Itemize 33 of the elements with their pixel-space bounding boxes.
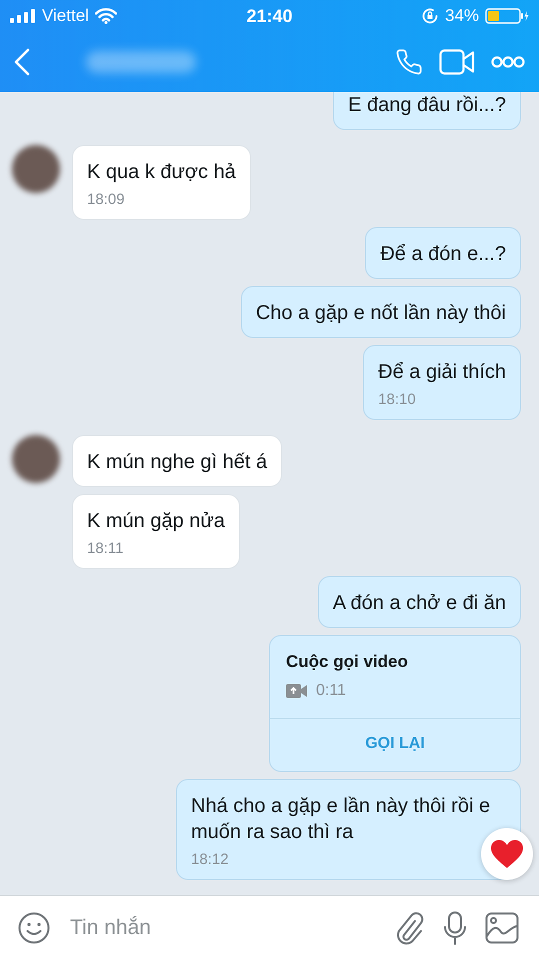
message-time: 18:10 xyxy=(378,391,417,408)
message-text: K mún gặp nửa xyxy=(87,509,225,534)
message-time: 18:11 xyxy=(87,540,124,557)
message-time: 18:12 xyxy=(191,851,230,868)
heart-icon xyxy=(490,839,524,869)
video-call-button[interactable] xyxy=(439,49,475,75)
microphone-button[interactable] xyxy=(443,911,467,945)
message-text: Nhá cho a gặp e lần này thôi rồi e muốn ra sao thì ra xyxy=(191,794,492,845)
battery-icon xyxy=(485,8,530,24)
signal-icon xyxy=(10,9,36,23)
message-text: E đang đâu rồi...? xyxy=(348,93,506,118)
message-text: Để a giải thích xyxy=(378,360,506,385)
battery-percent: 34% xyxy=(444,6,480,26)
video-camera-icon xyxy=(286,684,308,698)
rotation-lock-icon xyxy=(420,7,439,25)
call-back-button[interactable]: GỌI LẠI xyxy=(270,719,520,771)
more-options-button[interactable] xyxy=(491,56,525,68)
emoji-button[interactable] xyxy=(18,912,50,944)
message-time: 18:09 xyxy=(87,191,126,208)
phone-call-button[interactable] xyxy=(395,48,423,76)
image-button[interactable] xyxy=(485,912,519,944)
message-text: K qua k được hả xyxy=(87,160,236,185)
message-text: K mún nghe gì hết á xyxy=(87,450,268,475)
message-text: A đón a chở e đi ăn xyxy=(332,591,506,616)
message-text: Cho a gặp e nốt lần này thôi xyxy=(256,301,506,326)
call-title: Cuộc gọi video xyxy=(286,652,409,672)
call-duration: 0:11 xyxy=(316,682,346,700)
message-text: Để a đón e...? xyxy=(380,242,506,267)
carrier-name: Viettel xyxy=(42,6,89,26)
back-button[interactable] xyxy=(14,48,30,76)
wifi-icon xyxy=(94,8,117,24)
attachment-button[interactable] xyxy=(395,911,425,945)
status-time: 21:40 xyxy=(246,6,293,26)
